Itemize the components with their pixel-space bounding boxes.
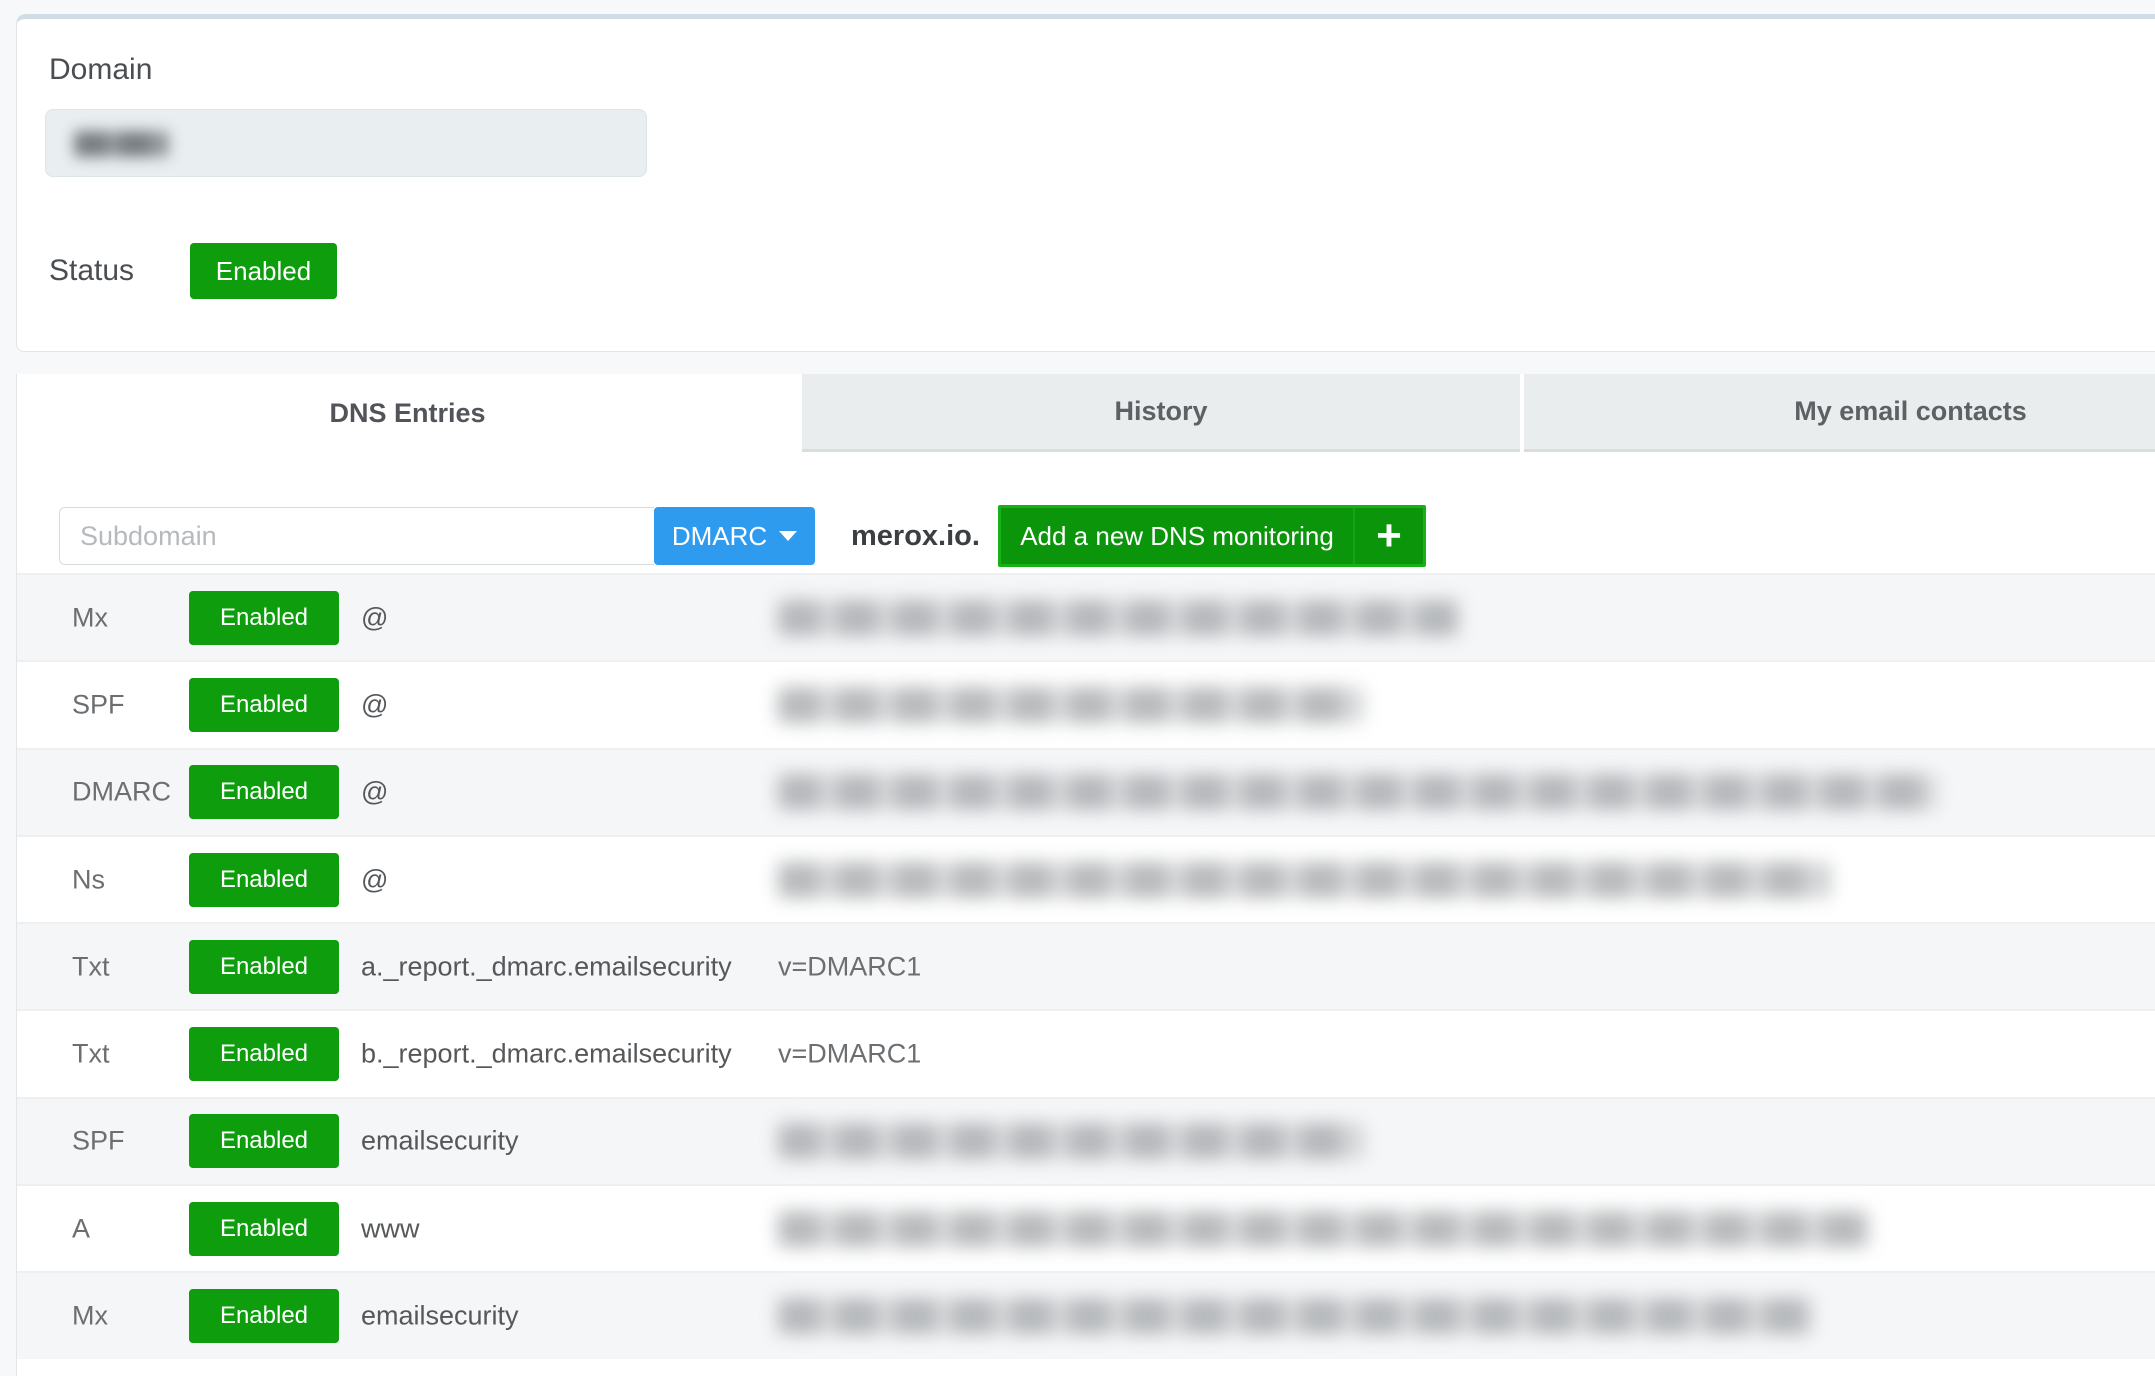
tab-dns-entries[interactable]: DNS Entries — [17, 374, 798, 452]
record-status-badge[interactable]: Enabled — [189, 1289, 339, 1343]
record-name: @ — [361, 602, 388, 633]
table-row[interactable]: Ns Enabled @ — [17, 835, 2155, 922]
domain-value-redacted — [74, 131, 168, 157]
record-value-redacted — [778, 1211, 1870, 1247]
domain-suffix-label: merox.io. — [851, 507, 980, 565]
record-name: www — [361, 1213, 420, 1244]
chevron-down-icon — [779, 531, 797, 541]
table-row[interactable]: DMARC Enabled @ — [17, 748, 2155, 835]
record-status-badge[interactable]: Enabled — [189, 678, 339, 732]
record-type-label: Txt — [72, 951, 110, 982]
record-status-badge[interactable]: Enabled — [189, 591, 339, 645]
dns-panel: DNS Entries History My email contacts DM… — [16, 374, 2155, 1376]
record-status-badge[interactable]: Enabled — [189, 1027, 339, 1081]
record-value-redacted — [778, 1123, 1362, 1159]
record-value-redacted — [778, 600, 1458, 636]
record-name: @ — [361, 689, 388, 720]
record-name: emailsecurity — [361, 1126, 519, 1157]
record-type-dropdown[interactable]: DMARC — [654, 507, 815, 565]
status-row: Status Enabled — [49, 243, 337, 299]
subdomain-input[interactable] — [59, 507, 654, 565]
table-row[interactable]: Mx Enabled @ — [17, 573, 2155, 660]
record-name: b._report._dmarc.emailsecurity — [361, 1039, 732, 1070]
record-type-label: Mx — [72, 602, 108, 633]
record-name: a._report._dmarc.emailsecurity — [361, 951, 732, 982]
record-value-redacted — [778, 862, 1829, 898]
status-label: Status — [49, 254, 190, 288]
domain-label: Domain — [49, 53, 152, 87]
record-name: emailsecurity — [361, 1301, 519, 1332]
plus-icon[interactable]: + — [1353, 508, 1423, 564]
record-type-label: SPF — [72, 689, 125, 720]
record-value-redacted — [778, 1298, 1813, 1334]
table-row[interactable]: SPF Enabled emailsecurity — [17, 1097, 2155, 1184]
table-row[interactable]: Txt Enabled a._report._dmarc.emailsecuri… — [17, 922, 2155, 1009]
record-status-badge[interactable]: Enabled — [189, 853, 339, 907]
domain-card: Domain Status Enabled — [16, 14, 2155, 352]
table-row[interactable]: SPF Enabled @ — [17, 660, 2155, 747]
record-value: v=DMARC1 — [778, 951, 921, 982]
tab-my-email-contacts[interactable]: My email contacts — [1524, 374, 2155, 452]
record-value: v=DMARC1 — [778, 1039, 921, 1070]
record-status-badge[interactable]: Enabled — [189, 940, 339, 994]
record-value-redacted — [778, 687, 1362, 723]
record-status-badge[interactable]: Enabled — [189, 1114, 339, 1168]
record-type-label: Txt — [72, 1039, 110, 1070]
domain-input[interactable] — [45, 109, 647, 177]
tab-history[interactable]: History — [802, 374, 1520, 452]
record-type-label: Mx — [72, 1301, 108, 1332]
table-row[interactable]: Mx Enabled emailsecurity — [17, 1271, 2155, 1358]
record-value-redacted — [778, 774, 1938, 810]
record-type-label: DMARC — [72, 777, 171, 808]
dns-toolbar: DMARC merox.io. Add a new DNS monitoring… — [17, 507, 2155, 565]
table-row[interactable]: Txt Enabled b._report._dmarc.emailsecuri… — [17, 1009, 2155, 1096]
record-name: @ — [361, 777, 388, 808]
dns-table: Mx Enabled @ SPF Enabled @ DMARC Enabled… — [17, 573, 2155, 1359]
record-type-label: A — [72, 1213, 90, 1244]
record-status-badge[interactable]: Enabled — [189, 1202, 339, 1256]
record-type-label: Ns — [72, 864, 105, 895]
record-status-badge[interactable]: Enabled — [189, 765, 339, 819]
table-row[interactable]: A Enabled www — [17, 1184, 2155, 1271]
domain-status-badge[interactable]: Enabled — [190, 243, 337, 299]
add-dns-monitoring-button[interactable]: Add a new DNS monitoring + — [998, 505, 1426, 567]
record-name: @ — [361, 864, 388, 895]
add-dns-monitoring-label: Add a new DNS monitoring — [1001, 508, 1353, 564]
record-type-label: SPF — [72, 1126, 125, 1157]
record-type-selected-label: DMARC — [672, 521, 767, 552]
